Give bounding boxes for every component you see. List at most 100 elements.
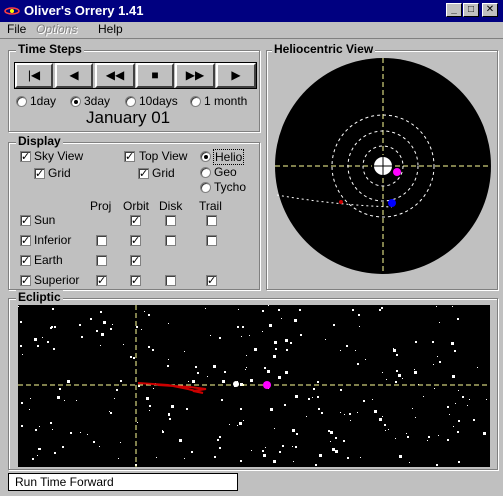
step-10days-label[interactable]: 10days — [139, 94, 178, 108]
inferior-proj-checkbox[interactable] — [96, 235, 107, 246]
star — [428, 436, 430, 438]
run-backward-button[interactable]: ◀◀ — [95, 63, 135, 88]
star — [51, 326, 53, 328]
stop-button[interactable]: ■ — [136, 63, 174, 88]
star — [317, 396, 319, 398]
superior-trail-checkbox[interactable]: ✓ — [206, 275, 217, 287]
earth-proj-checkbox[interactable] — [96, 255, 107, 266]
menu-options[interactable]: Options — [36, 22, 77, 36]
geo-label[interactable]: Geo — [214, 165, 237, 179]
star — [279, 451, 281, 453]
earth-label[interactable]: Earth — [34, 253, 63, 267]
geo-radio[interactable] — [200, 167, 211, 178]
run-forward-button[interactable]: ▶▶ — [175, 63, 215, 88]
tycho-radio[interactable] — [200, 182, 211, 193]
sky-grid-checkbox[interactable]: ✓ — [34, 168, 45, 180]
star — [434, 388, 435, 389]
star — [409, 462, 410, 463]
helio-label[interactable]: Helio — [213, 149, 245, 165]
sky-view-label[interactable]: Sky View — [34, 149, 83, 163]
sun-disk-checkbox[interactable] — [165, 215, 176, 226]
star — [207, 376, 208, 377]
star — [53, 348, 55, 350]
inferior-orbit-checkbox[interactable]: ✓ — [130, 235, 141, 247]
star — [318, 408, 320, 410]
star — [273, 460, 276, 463]
superior-planet — [393, 168, 401, 176]
star — [349, 413, 351, 415]
top-view-label[interactable]: Top View — [139, 149, 187, 163]
star — [240, 408, 242, 410]
sun-label[interactable]: Sun — [34, 213, 55, 227]
step-1month-radio[interactable] — [190, 96, 201, 107]
top-grid-label[interactable]: Grid — [152, 166, 175, 180]
sky-grid-label[interactable]: Grid — [48, 166, 71, 180]
star — [267, 370, 270, 373]
helio-radio[interactable] — [200, 151, 211, 162]
superior-orbit-checkbox[interactable]: ✓ — [130, 275, 141, 287]
earth-checkbox[interactable]: ✓ — [20, 255, 31, 267]
star — [325, 339, 326, 340]
sun-checkbox[interactable]: ✓ — [20, 215, 31, 227]
top-grid-checkbox[interactable]: ✓ — [138, 168, 149, 180]
menu-help[interactable]: Help — [98, 22, 123, 36]
heliocentric-view-legend: Heliocentric View — [272, 42, 376, 56]
star — [340, 412, 341, 413]
star — [299, 309, 301, 311]
superior-label[interactable]: Superior — [34, 273, 79, 287]
close-button[interactable]: ✕ — [482, 3, 498, 17]
inferior-trail-checkbox[interactable] — [206, 235, 217, 246]
star — [363, 400, 365, 402]
minimize-button[interactable]: _ — [446, 3, 462, 17]
inferior-disk-checkbox[interactable] — [165, 235, 176, 246]
inferior-label[interactable]: Inferior — [34, 233, 71, 247]
sun-orbit-checkbox[interactable]: ✓ — [130, 215, 141, 227]
star — [315, 464, 317, 466]
star — [458, 390, 459, 391]
star — [99, 446, 100, 447]
star — [360, 457, 361, 458]
heliocentric-view-canvas[interactable] — [274, 57, 492, 275]
step-10days-radio[interactable] — [125, 96, 136, 107]
star — [407, 436, 409, 438]
star — [76, 400, 77, 401]
step-1day-label[interactable]: 1day — [30, 94, 56, 108]
step-forward-button[interactable]: ▶ — [216, 63, 256, 88]
tycho-label[interactable]: Tycho — [214, 180, 246, 194]
time-steps-legend: Time Steps — [16, 42, 84, 56]
star — [136, 326, 138, 328]
star — [357, 363, 359, 365]
star — [379, 309, 381, 311]
star — [179, 439, 182, 442]
step-1month-label[interactable]: 1 month — [204, 94, 247, 108]
star — [219, 436, 221, 438]
inferior-checkbox[interactable]: ✓ — [20, 235, 31, 247]
step-forward-icon: ▶ — [231, 68, 241, 82]
step-1day-radio[interactable] — [16, 96, 27, 107]
maximize-button[interactable]: □ — [463, 3, 479, 17]
step-back-button[interactable]: ◀ — [55, 63, 93, 88]
star — [186, 408, 188, 410]
orrery-app-icon[interactable] — [4, 4, 20, 18]
earth-orbit-checkbox[interactable]: ✓ — [130, 255, 141, 267]
superior-checkbox[interactable]: ✓ — [20, 275, 31, 287]
menu-file[interactable]: File — [7, 22, 26, 36]
sun-trail-checkbox[interactable] — [206, 215, 217, 226]
star — [62, 446, 64, 448]
earth-planet — [388, 199, 396, 207]
superior-disk-checkbox[interactable] — [165, 275, 176, 286]
top-view-checkbox[interactable]: ✓ — [124, 151, 135, 163]
rewind-to-start-button[interactable]: |◀ — [15, 63, 53, 88]
sky-view-checkbox[interactable]: ✓ — [20, 151, 31, 163]
star — [454, 350, 456, 352]
star — [222, 380, 225, 383]
col-proj: Proj — [90, 199, 112, 213]
col-trail: Trail — [199, 199, 222, 213]
star — [293, 461, 294, 462]
step-3day-label[interactable]: 3day — [84, 94, 110, 108]
star — [436, 306, 437, 307]
stop-icon: ■ — [151, 68, 159, 82]
step-3day-radio[interactable] — [70, 96, 81, 107]
superior-proj-checkbox[interactable]: ✓ — [96, 275, 107, 287]
ecliptic-sky-canvas[interactable] — [18, 305, 490, 467]
